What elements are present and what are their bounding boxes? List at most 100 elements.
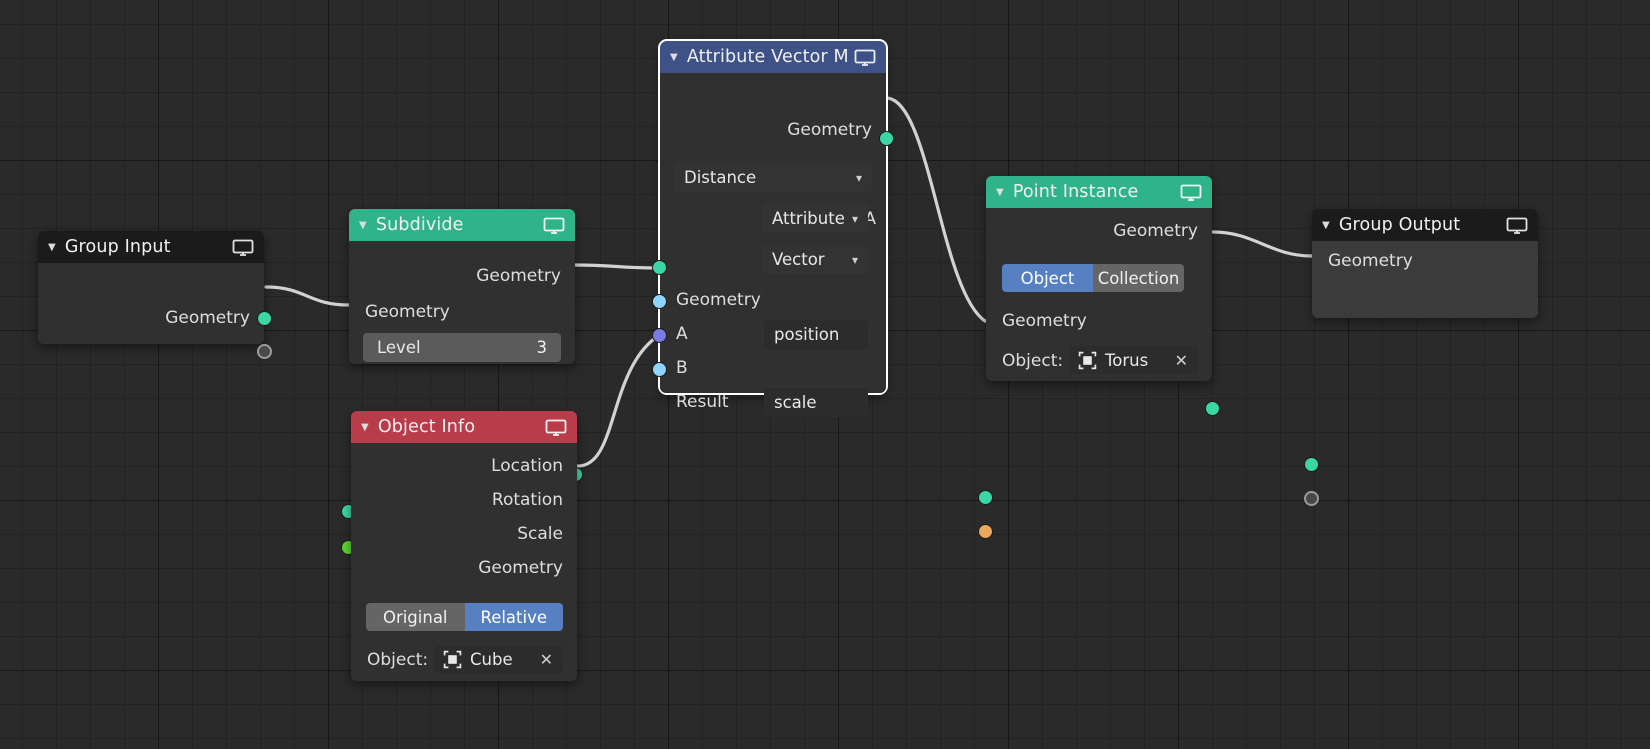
triangle-down-icon[interactable]: ▼ (996, 188, 1004, 198)
socket-avm-geometry-out[interactable] (879, 131, 894, 146)
avm-operation-dropdown[interactable]: Distance ▾ (674, 163, 872, 192)
input-label-geometry: Geometry (365, 302, 450, 322)
triangle-down-icon[interactable]: ▼ (361, 423, 369, 433)
monitor-icon[interactable] (232, 239, 254, 256)
link-attr-to-point-instance (884, 96, 987, 323)
node-object-info-output-location[interactable]: Location (351, 453, 577, 479)
node-group-output-header[interactable]: ▼ Group Output (1312, 209, 1538, 241)
triangle-down-icon[interactable]: ▼ (359, 221, 367, 231)
output-label-scale: Scale (517, 524, 563, 544)
node-point-instance-title: Point Instance (1012, 182, 1139, 202)
x-icon[interactable]: ✕ (1171, 351, 1192, 370)
toggle-option-object[interactable]: Object (1002, 264, 1093, 292)
monitor-icon[interactable] (1180, 184, 1202, 201)
avm-input-type-a-dropdown[interactable]: Attribute ▾ (762, 204, 868, 233)
node-subdivide-input-geometry[interactable]: Geometry (349, 299, 575, 325)
socket-group-input-virtual-out[interactable] (257, 344, 272, 359)
node-avm-output-geometry[interactable]: Geometry (660, 117, 886, 143)
socket-avm-b-in[interactable] (652, 328, 667, 343)
node-point-instance[interactable]: ▼ Point Instance Geometry Object Collect… (978, 176, 1220, 539)
link-object-info-to-attr-b (576, 334, 660, 468)
avm-input-geometry[interactable]: Geometry (660, 287, 886, 313)
toggle-option-collection[interactable]: Collection (1093, 264, 1184, 292)
node-object-info-title: Object Info (377, 417, 476, 437)
object-info-object-field[interactable]: Cube ✕ (435, 645, 563, 673)
node-object-info-output-scale[interactable]: Scale (351, 521, 577, 547)
output-label-geometry: Geometry (478, 558, 563, 578)
avm-input-a-field[interactable]: position (764, 320, 868, 349)
node-object-info[interactable]: ▼ Object Info Location Rotation Scale Ge… (351, 411, 577, 681)
socket-group-output-geometry-in[interactable] (1304, 457, 1319, 472)
toggle-option-relative[interactable]: Relative (464, 603, 563, 631)
node-object-info-body: Location Rotation Scale Geometry Origina… (351, 443, 577, 681)
output-label-geometry: Geometry (1113, 221, 1198, 241)
avm-result-value: scale (774, 393, 817, 412)
x-icon[interactable]: ✕ (536, 650, 557, 669)
node-subdivide[interactable]: ▼ Subdivide Geometry Geometry Level 3 (341, 209, 583, 555)
monitor-icon[interactable] (854, 49, 876, 66)
socket-avm-a-in[interactable] (652, 294, 667, 309)
avm-operation-value: Distance (684, 168, 757, 187)
socket-group-input-geometry-out[interactable] (257, 311, 272, 326)
node-attribute-vector-math[interactable]: ▼ Attribute Vector M... Geometry Distanc… (652, 39, 894, 417)
node-subdivide-output-geometry[interactable]: Geometry (349, 263, 575, 289)
node-attribute-vector-math-header[interactable]: ▼ Attribute Vector M... (660, 41, 886, 73)
node-editor-canvas[interactable]: ▼ Group Input Geometry ▼ Subdivide Geome… (0, 0, 1650, 749)
output-label-location: Location (491, 456, 563, 476)
node-group-input-output-geometry[interactable]: Geometry (38, 305, 264, 331)
node-subdivide-body: Geometry Geometry Level 3 (349, 241, 575, 364)
socket-point-instance-geometry-in[interactable] (978, 490, 993, 505)
triangle-down-icon[interactable]: ▼ (48, 243, 56, 253)
node-point-instance-input-geometry[interactable]: Geometry (986, 308, 1212, 334)
node-group-output-title: Group Output (1338, 215, 1461, 235)
monitor-icon[interactable] (543, 217, 565, 234)
node-point-instance-output-geometry[interactable]: Geometry (986, 218, 1212, 244)
node-group-input-body: Geometry (38, 263, 264, 344)
subdivide-level-slider[interactable]: Level 3 (363, 333, 561, 362)
monitor-icon[interactable] (545, 419, 567, 436)
socket-avm-result-in[interactable] (652, 362, 667, 377)
node-object-info-header[interactable]: ▼ Object Info (351, 411, 577, 443)
avm-input-type-b-dropdown[interactable]: Vector ▾ (762, 245, 868, 274)
triangle-down-icon[interactable]: ▼ (1322, 221, 1330, 231)
input-label-b: B (676, 358, 688, 378)
output-label-geometry: Geometry (165, 308, 250, 328)
link-point-instance-to-group-out (1211, 230, 1314, 258)
avm-result-field[interactable]: scale (764, 388, 868, 417)
link-group-input-to-subdivide (264, 285, 351, 307)
node-group-output[interactable]: ▼ Group Output Geometry (1304, 209, 1538, 506)
socket-avm-geometry-in[interactable] (652, 260, 667, 275)
node-attribute-vector-math-title: Attribute Vector M... (686, 47, 848, 67)
node-group-output-input-geometry[interactable]: Geometry (1312, 248, 1538, 274)
socket-point-instance-geometry-out[interactable] (1205, 401, 1220, 416)
point-instance-object-name: Torus (1105, 350, 1149, 370)
node-group-input[interactable]: ▼ Group Input Geometry (38, 231, 272, 359)
object-info-object-name: Cube (470, 649, 513, 669)
subdivide-level-value: 3 (536, 338, 548, 357)
point-instance-object-field[interactable]: Torus ✕ (1070, 346, 1198, 374)
socket-group-output-virtual-in[interactable] (1304, 491, 1319, 506)
avm-input-a-value: position (774, 325, 840, 344)
node-group-output-body: Geometry (1312, 241, 1538, 318)
node-point-instance-header[interactable]: ▼ Point Instance (986, 176, 1212, 208)
avm-input-b[interactable]: B (660, 355, 886, 381)
avm-input-type-b-value: Vector (772, 250, 825, 269)
input-label-geometry: Geometry (1002, 311, 1087, 331)
node-group-input-header[interactable]: ▼ Group Input (38, 231, 264, 263)
node-group-input-title: Group Input (64, 237, 171, 257)
triangle-down-icon[interactable]: ▼ (670, 53, 678, 63)
object-cube-icon (443, 650, 462, 669)
point-instance-type-toggle[interactable]: Object Collection (1002, 264, 1184, 292)
avm-input-type-a-value: Attribute (772, 209, 845, 228)
output-label-geometry: Geometry (787, 120, 872, 140)
toggle-option-original[interactable]: Original (366, 603, 465, 631)
node-point-instance-body: Geometry Object Collection Geometry Obje… (986, 208, 1212, 381)
point-instance-object-label: Object: (1002, 351, 1064, 371)
object-info-transform-toggle[interactable]: Original Relative (366, 603, 563, 631)
node-object-info-output-rotation[interactable]: Rotation (351, 487, 577, 513)
node-subdivide-header[interactable]: ▼ Subdivide (349, 209, 575, 241)
node-object-info-output-geometry[interactable]: Geometry (351, 555, 577, 581)
socket-point-instance-object-in[interactable] (978, 524, 993, 539)
monitor-icon[interactable] (1506, 217, 1528, 234)
chevron-down-icon: ▾ (855, 170, 862, 185)
